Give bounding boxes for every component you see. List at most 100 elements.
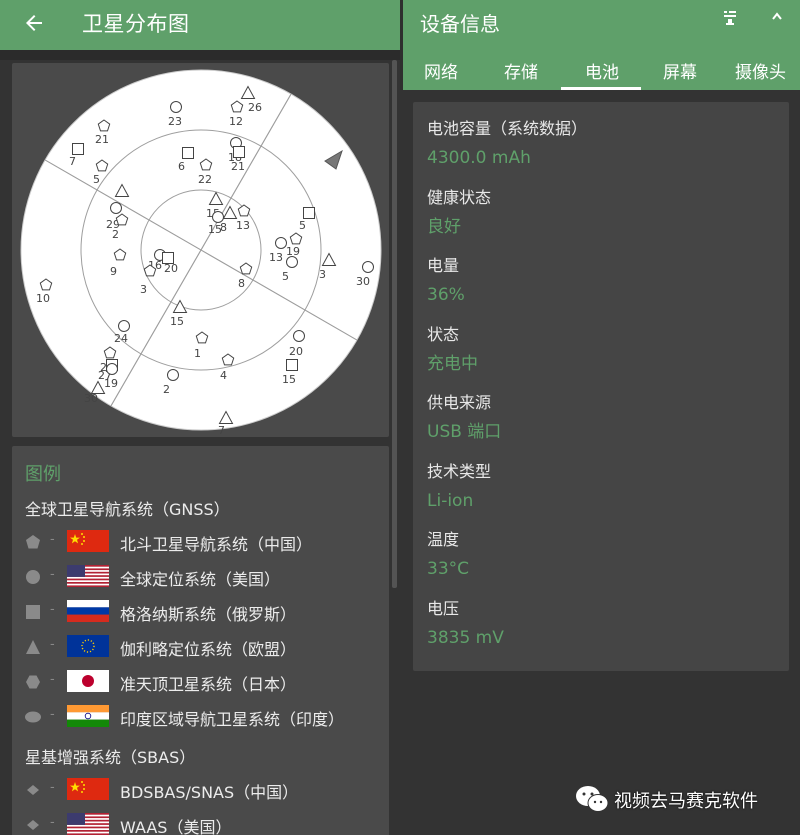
satellite-label: 4 xyxy=(220,369,227,382)
info-label: 电量 xyxy=(427,256,460,275)
wechat-logo-icon xyxy=(576,786,609,812)
circle-icon xyxy=(26,570,40,584)
info-label: 技术类型 xyxy=(427,461,492,481)
satellite-label: 19 xyxy=(286,245,300,258)
legend-label: 北斗卫星导航系统（中国） xyxy=(120,535,313,554)
satellite-label: 3 xyxy=(319,268,326,281)
flag-eu-icon xyxy=(67,635,109,657)
info-item: 电池容量（系统数据） 4300.0 mAh xyxy=(427,118,777,170)
legend-label: 印度区域导航卫星系统（印度） xyxy=(120,710,345,729)
page-title: 设备信息 xyxy=(420,12,500,36)
legend-section-heading: 星基增强系统（SBAS） xyxy=(25,748,196,767)
info-item: 健康状态 良好 xyxy=(427,187,777,239)
watermark-text: 视频去马赛克软件 xyxy=(614,791,758,812)
satellite-label: 7 xyxy=(69,155,76,168)
satellite-square-icon xyxy=(233,146,245,158)
legend-row: - 全球定位系统（美国） xyxy=(12,561,389,591)
satellite-circle-icon xyxy=(362,261,374,273)
satellite-label: 5 xyxy=(93,173,100,186)
info-value: 充电中 xyxy=(427,353,478,374)
info-value: 4300.0 mAh xyxy=(427,148,531,168)
info-value: 36% xyxy=(427,285,465,305)
tab-3[interactable]: 屏幕 xyxy=(663,58,697,83)
satellite-circle-icon xyxy=(286,256,298,268)
info-label: 电压 xyxy=(427,598,460,618)
satellite-label: 7 xyxy=(218,424,225,437)
tab-0[interactable]: 网络 xyxy=(424,58,458,83)
split-screen: 卫星分布图 2312262175622182172921581315513199… xyxy=(0,0,800,835)
sky-plot: 2312262175622182172921581315513199162038… xyxy=(20,69,382,437)
legend-card: 图例 全球卫星导航系统（GNSS） - 北斗卫星导航系统（中国） - 全球定位系统（美国… xyxy=(12,446,389,835)
satellite-label: 13 xyxy=(269,251,283,264)
satellite-label: 20 xyxy=(164,262,178,275)
satellite-label: 21 xyxy=(95,133,109,146)
legend-label: BDSBAS/SNAS（中国） xyxy=(120,783,299,802)
legend-row: - 北斗卫星导航系统（中国） xyxy=(12,526,389,556)
info-label: 健康状态 xyxy=(427,187,492,207)
satellite-circle-icon xyxy=(118,320,130,332)
legend-row: - 准天顶卫星系统（日本） xyxy=(12,666,389,696)
square-icon xyxy=(26,605,40,619)
back-arrow-icon[interactable] xyxy=(22,11,46,35)
legend-row: - 格洛纳斯系统（俄罗斯） xyxy=(12,596,389,626)
satellite-circle-icon xyxy=(167,369,179,381)
satellite-label: 5 xyxy=(299,219,306,232)
tab-bar: 网络 存储 电池 屏幕 摄像头 xyxy=(400,54,800,90)
info-label: 状态 xyxy=(427,324,460,344)
info-label: 温度 xyxy=(427,530,460,549)
satellite-label: 20 xyxy=(289,345,303,358)
satellite-label: 26 xyxy=(248,101,262,114)
tab-1[interactable]: 存储 xyxy=(504,58,538,83)
satellite-label: 30 xyxy=(84,392,98,405)
pentagon-icon xyxy=(26,535,40,549)
legend-row: - 伽利略定位系统（欧盟） xyxy=(12,631,389,661)
flag-in-icon xyxy=(67,705,109,727)
device-info-pane: 设备信息 网络 存储 电池 屏幕 摄像头 电池容量（系统数据） 4300.0 mAh 健康状… xyxy=(400,0,800,835)
flag-cn-icon xyxy=(67,778,109,800)
flag-us-icon xyxy=(67,813,109,835)
satellite-label: 30 xyxy=(356,275,370,288)
satellite-label: 21 xyxy=(231,160,245,173)
info-item: 供电来源 USB 端口 xyxy=(427,392,777,444)
oval-icon xyxy=(25,711,41,723)
satellite-circle-icon xyxy=(110,202,122,214)
satellite-label: 24 xyxy=(114,332,128,345)
legend-label: 准天顶卫星系统（日本） xyxy=(120,675,297,694)
flag-ru-icon xyxy=(67,600,109,622)
overflow-icon[interactable] xyxy=(770,10,784,24)
satellite-map-pane: 卫星分布图 2312262175622182172921581315513199… xyxy=(0,0,400,835)
info-item: 状态 充电中 xyxy=(427,324,777,376)
satellite-label: 2 xyxy=(163,383,170,396)
tab-2[interactable]: 电池 xyxy=(585,58,619,83)
export-icon[interactable] xyxy=(720,8,740,28)
info-item: 电量 36% xyxy=(427,255,777,307)
satellite-label: 8 xyxy=(238,277,245,290)
satellite-circle-icon xyxy=(170,101,182,113)
satellite-square-icon xyxy=(182,147,194,159)
legend-label: 格洛纳斯系统（俄罗斯） xyxy=(120,605,297,624)
tab-4[interactable]: 摄像头 xyxy=(735,58,786,83)
tab-indicator xyxy=(561,87,641,90)
satellite-label: 6 xyxy=(178,160,185,173)
app-bar: 卫星分布图 xyxy=(0,0,400,50)
info-item: 电压 3835 mV xyxy=(427,598,777,650)
satellite-label: 10 xyxy=(36,292,50,305)
satellite-label: 19 xyxy=(104,377,118,390)
flag-cn-icon xyxy=(67,530,109,552)
page-title: 卫星分布图 xyxy=(82,12,190,36)
legend-row: - WAAS（美国） xyxy=(12,809,389,835)
info-label: 电池容量（系统数据） xyxy=(427,119,588,138)
satellite-label: 5 xyxy=(282,270,289,283)
info-label: 供电来源 xyxy=(427,393,492,412)
triangle-icon xyxy=(26,640,40,654)
diamond-icon xyxy=(27,820,39,830)
diamond-icon xyxy=(27,785,39,795)
scrollbar[interactable] xyxy=(392,60,397,588)
info-value: 33°C xyxy=(427,559,470,579)
info-value: USB 端口 xyxy=(427,422,502,442)
satellite-marker: 22 xyxy=(198,158,213,186)
satellite-label: 22 xyxy=(198,173,212,186)
info-item: 温度 33°C xyxy=(427,529,777,581)
hexagon-icon xyxy=(26,675,40,689)
satellite-label: 1 xyxy=(194,347,201,360)
